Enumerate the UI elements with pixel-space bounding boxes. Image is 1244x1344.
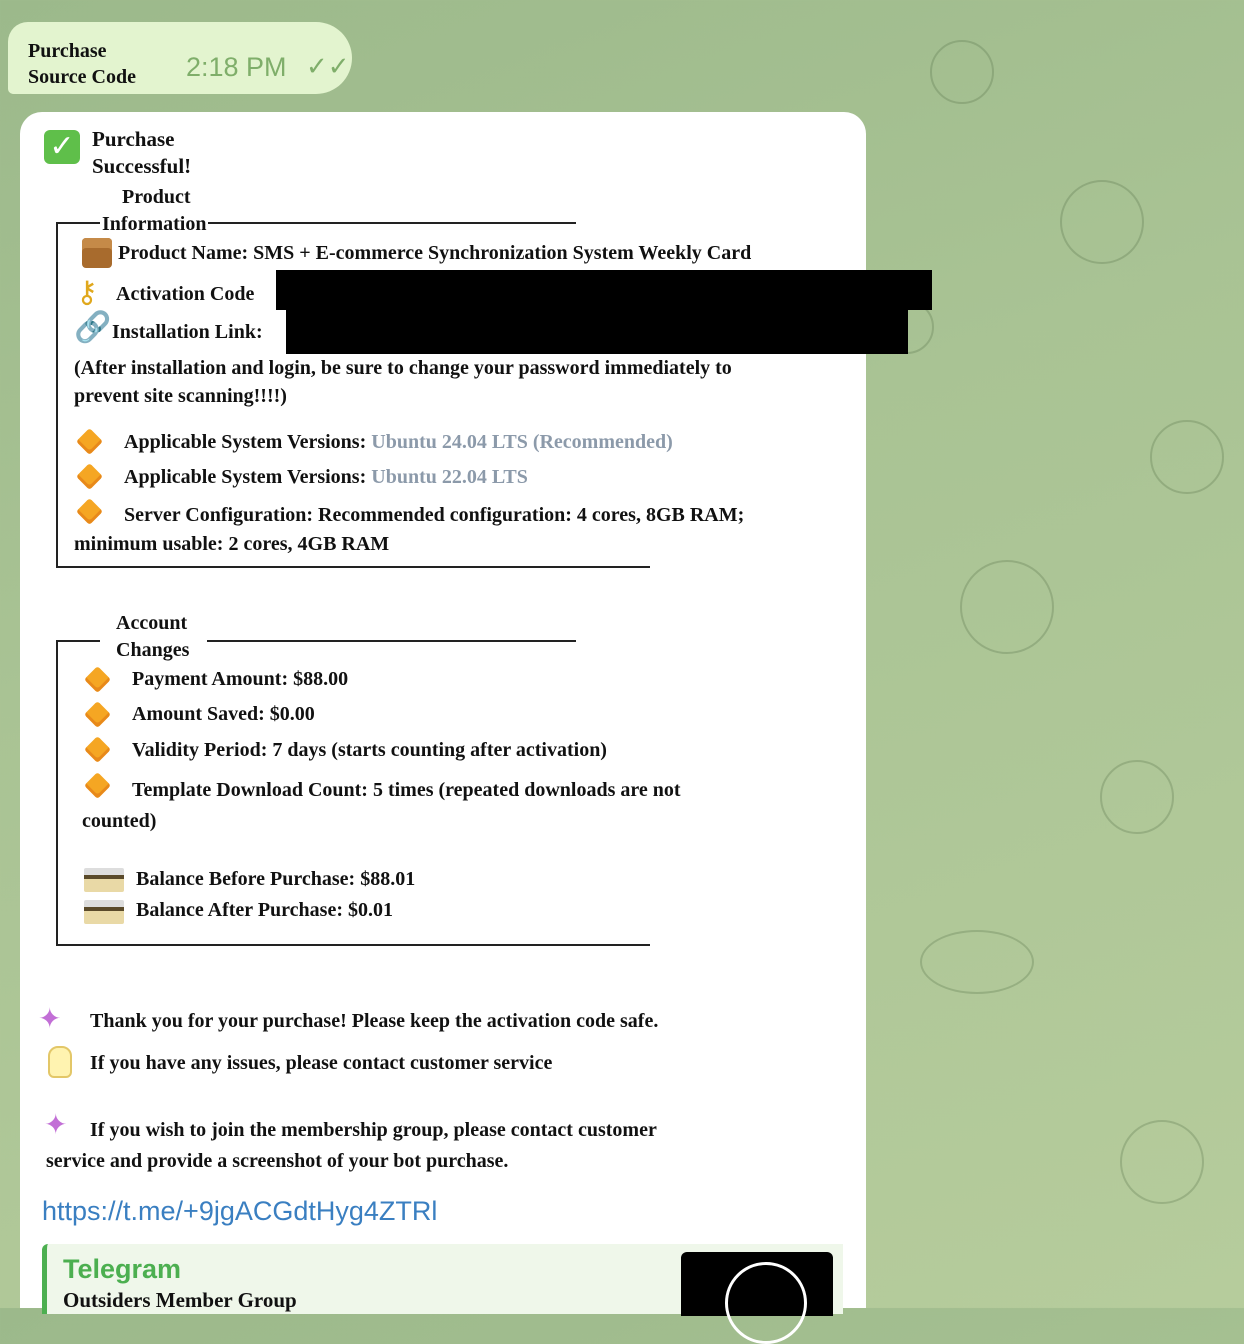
- version-value: Ubuntu 22.04 LTS: [371, 466, 528, 488]
- validity-period: Validity Period: 7 days (starts counting…: [132, 739, 607, 761]
- doodle-pattern: [960, 560, 1054, 654]
- check-mark-icon: ✓: [44, 130, 80, 164]
- version-value: Ubuntu 24.04 LTS (Recommended): [371, 431, 673, 453]
- outgoing-message[interactable]: Purchase Source Code 2:18 PM ✓✓: [8, 22, 352, 94]
- doodle-pattern: [930, 40, 994, 104]
- template-download-count: Template Download Count: 5 times (repeat…: [82, 775, 681, 837]
- account-changes-title: Account Changes: [100, 610, 208, 664]
- membership-text: If you wish to join the membership group…: [46, 1115, 657, 1177]
- section-title-line: Account: [116, 612, 188, 634]
- warning-line: (After installation and login, be sure t…: [74, 357, 732, 379]
- party-popper-icon: ✦: [38, 1002, 62, 1035]
- doodle-pattern: [920, 930, 1034, 994]
- section-title-line: Information: [102, 213, 207, 235]
- outgoing-text-line: Purchase: [28, 40, 107, 62]
- doodle-pattern: [1060, 180, 1144, 264]
- preview-title: Outsiders Member Group: [63, 1288, 297, 1312]
- double-check-icon: ✓✓: [306, 52, 350, 82]
- version-row-1: Applicable System Versions: Ubuntu 24.04…: [124, 431, 673, 454]
- package-icon: [82, 238, 112, 268]
- heading-line: Purchase: [92, 127, 175, 151]
- product-info-title: Product Information: [100, 184, 209, 238]
- message-time: 2:18 PM: [186, 52, 287, 82]
- membership-line: service and provide a screenshot of your…: [46, 1150, 509, 1172]
- preview-site-name: Telegram: [63, 1254, 182, 1284]
- redacted-installation-link: [286, 310, 908, 354]
- heading-line: Successful!: [92, 154, 192, 178]
- download-count-line: Template Download Count: 5 times (repeat…: [132, 779, 681, 801]
- redacted-activation-code: [276, 270, 932, 310]
- credit-card-icon: [84, 868, 124, 892]
- outgoing-message-text: Purchase Source Code: [28, 38, 136, 90]
- light-bulb-icon: [48, 1046, 72, 1078]
- server-config-line: minimum usable: 2 cores, 4GB RAM: [74, 533, 390, 555]
- activation-code-label: Activation Code: [116, 283, 255, 305]
- group-avatar-icon: [725, 1262, 807, 1344]
- installation-link-label: Installation Link:: [112, 321, 263, 343]
- bot-message[interactable]: ✓ Purchase Successful! Product Informati…: [20, 112, 932, 1344]
- thank-you-text: Thank you for your purchase! Please keep…: [90, 1010, 659, 1032]
- server-configuration: Server Configuration: Recommended config…: [74, 501, 744, 559]
- doodle-pattern: [1150, 420, 1224, 494]
- key-icon: ⚷: [76, 275, 98, 310]
- balance-before: Balance Before Purchase: $88.01: [136, 868, 416, 890]
- server-config-line: Server Configuration: Recommended config…: [124, 504, 745, 526]
- doodle-pattern: [1100, 760, 1174, 834]
- balance-after: Balance After Purchase: $0.01: [136, 899, 394, 921]
- password-warning: (After installation and login, be sure t…: [74, 354, 732, 410]
- section-title-line: Changes: [116, 639, 190, 661]
- invite-link[interactable]: https://t.me/+9jgACGdtHyg4ZTRl: [42, 1196, 437, 1227]
- membership-line: If you wish to join the membership group…: [90, 1119, 657, 1141]
- payment-amount: Payment Amount: $88.00: [132, 668, 349, 690]
- product-name: Product Name: SMS + E-commerce Synchroni…: [118, 242, 752, 264]
- support-text: If you have any issues, please contact c…: [90, 1052, 553, 1074]
- outgoing-text-line: Source Code: [28, 66, 136, 88]
- amount-saved: Amount Saved: $0.00: [132, 703, 315, 725]
- link-preview-card[interactable]: Telegram Outsiders Member Group: [42, 1244, 843, 1344]
- version-row-2: Applicable System Versions: Ubuntu 22.04…: [124, 466, 528, 489]
- purchase-success-heading: Purchase Successful!: [92, 126, 191, 180]
- link-icon: 🔗: [74, 310, 112, 345]
- versions-label: Applicable System Versions:: [124, 466, 367, 488]
- download-count-line: counted): [82, 810, 157, 832]
- versions-label: Applicable System Versions:: [124, 431, 367, 453]
- doodle-pattern: [1120, 1120, 1204, 1204]
- preview-thumbnail[interactable]: [681, 1252, 833, 1344]
- section-title-line: Product: [122, 186, 191, 208]
- credit-card-icon: [84, 900, 124, 924]
- warning-line: prevent site scanning!!!!): [74, 385, 287, 407]
